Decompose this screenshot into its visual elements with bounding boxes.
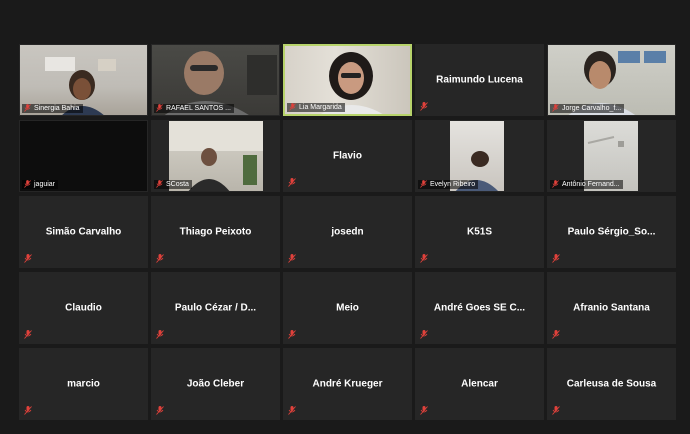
mic-muted-icon (156, 254, 164, 263)
participant-tile-meio[interactable]: Meio (283, 272, 412, 344)
participant-name: André Krueger (312, 378, 383, 390)
participant-name-label: Lia Margarida (287, 103, 345, 112)
participant-name: João Cleber (186, 378, 245, 390)
participant-name: Paulo Sérgio_So... (567, 226, 656, 238)
mic-muted-icon (552, 330, 560, 339)
mic-muted-icon (156, 406, 164, 415)
participant-tile-joao-cleber[interactable]: João Cleber (151, 348, 280, 420)
participant-name: André Goes SE C... (433, 302, 526, 314)
participant-tile-k51s[interactable]: K51S (415, 196, 544, 268)
participant-tile-lia-margarida[interactable]: Lia Margarida (283, 44, 412, 116)
mic-muted-icon (288, 254, 296, 263)
participant-tile-josedn[interactable]: josedn (283, 196, 412, 268)
mic-muted-icon (288, 330, 296, 339)
participant-tile-andre-krueger[interactable]: André Krueger (283, 348, 412, 420)
participant-tile-simao-carvalho[interactable]: Simão Carvalho (19, 196, 148, 268)
mic-muted-icon (552, 104, 559, 112)
mic-muted-icon (289, 103, 296, 111)
participant-tile-jaguiar[interactable]: jaguiar (19, 120, 148, 192)
mic-muted-icon (24, 254, 32, 263)
participant-tile-flavio[interactable]: Flavio (283, 120, 412, 192)
participant-name: Alencar (461, 378, 498, 390)
participant-name-label: Evelyn Ribeiro (418, 180, 479, 189)
participant-name: Lia Margarida (299, 104, 342, 111)
mic-muted-icon (156, 104, 163, 112)
mic-muted-icon (24, 180, 31, 188)
participant-tile-scosta[interactable]: SCosta (151, 120, 280, 192)
mic-muted-icon (420, 102, 428, 111)
mic-muted-icon (552, 180, 559, 188)
participant-name-label: RAFAEL SANTOS ... (154, 104, 234, 113)
mic-muted-icon (24, 330, 32, 339)
participant-name: jaguiar (34, 181, 56, 188)
participant-name-label: Antônio Fernand... (550, 180, 623, 189)
participant-name: marcio (67, 378, 100, 390)
participant-tile-andre-goes[interactable]: André Goes SE C... (415, 272, 544, 344)
mic-muted-icon (288, 178, 296, 187)
mic-muted-icon (552, 406, 560, 415)
mic-muted-icon (420, 254, 428, 263)
participant-tile-thiago-peixoto[interactable]: Thiago Peixoto (151, 196, 280, 268)
participant-tile-paulo-sergio[interactable]: Paulo Sérgio_So... (547, 196, 676, 268)
participant-name: RAFAEL SANTOS ... (166, 105, 231, 112)
participant-tile-jorge-carvalho[interactable]: Jorge Carvalho_f... (547, 44, 676, 116)
participant-name-label: Jorge Carvalho_f... (550, 104, 625, 113)
mic-muted-icon (420, 330, 428, 339)
participant-tile-carleusa-de-sousa[interactable]: Carleusa de Sousa (547, 348, 676, 420)
participant-tile-rafael-santos[interactable]: RAFAEL SANTOS ... (151, 44, 280, 116)
mic-muted-icon (552, 254, 560, 263)
participant-name: Meio (336, 302, 359, 314)
participant-name-label: jaguiar (22, 180, 59, 189)
participant-name: Thiago Peixoto (179, 226, 252, 238)
participant-name: Paulo Cézar / D... (174, 302, 257, 314)
mic-muted-icon (156, 330, 164, 339)
mic-muted-icon (156, 180, 163, 188)
participant-name: josedn (331, 226, 364, 238)
mic-muted-icon (420, 406, 428, 415)
participant-name: Antônio Fernand... (562, 181, 620, 188)
participant-tile-alencar[interactable]: Alencar (415, 348, 544, 420)
participant-name: Jorge Carvalho_f... (562, 105, 622, 112)
participant-name: SCosta (166, 181, 189, 188)
participant-name: Raimundo Lucena (436, 74, 523, 86)
mic-muted-icon (420, 180, 427, 188)
participant-name: Claudio (65, 302, 102, 314)
participant-tile-claudio[interactable]: Claudio (19, 272, 148, 344)
participant-tile-antonio-fernand[interactable]: Antônio Fernand... (547, 120, 676, 192)
mic-muted-icon (24, 406, 32, 415)
mic-muted-icon (24, 104, 31, 112)
participant-name-label: Sinergia Bahia (22, 104, 83, 113)
participant-name: Flavio (333, 150, 362, 162)
participant-name: Simão Carvalho (45, 226, 122, 238)
participant-name: K51S (466, 226, 492, 238)
participant-tile-marcio[interactable]: marcio (19, 348, 148, 420)
participant-name: Evelyn Ribeiro (430, 181, 476, 188)
participant-tile-raimundo-lucena[interactable]: Raimundo Lucena (415, 44, 544, 116)
participant-tile-evelyn-ribeiro[interactable]: Evelyn Ribeiro (415, 120, 544, 192)
participant-tile-paulo-cezar[interactable]: Paulo Cézar / D... (151, 272, 280, 344)
participant-name: Sinergia Bahia (34, 105, 80, 112)
participant-name-label: SCosta (154, 180, 192, 189)
participant-name: Afranio Santana (573, 302, 650, 314)
participant-name: Carleusa de Sousa (566, 378, 657, 390)
gallery-grid: Sinergia Bahia RAFAEL SANTOS ... Lia Mar… (19, 44, 676, 420)
participant-tile-sinergia-bahia[interactable]: Sinergia Bahia (19, 44, 148, 116)
mic-muted-icon (288, 406, 296, 415)
participant-tile-afranio-santana[interactable]: Afranio Santana (547, 272, 676, 344)
